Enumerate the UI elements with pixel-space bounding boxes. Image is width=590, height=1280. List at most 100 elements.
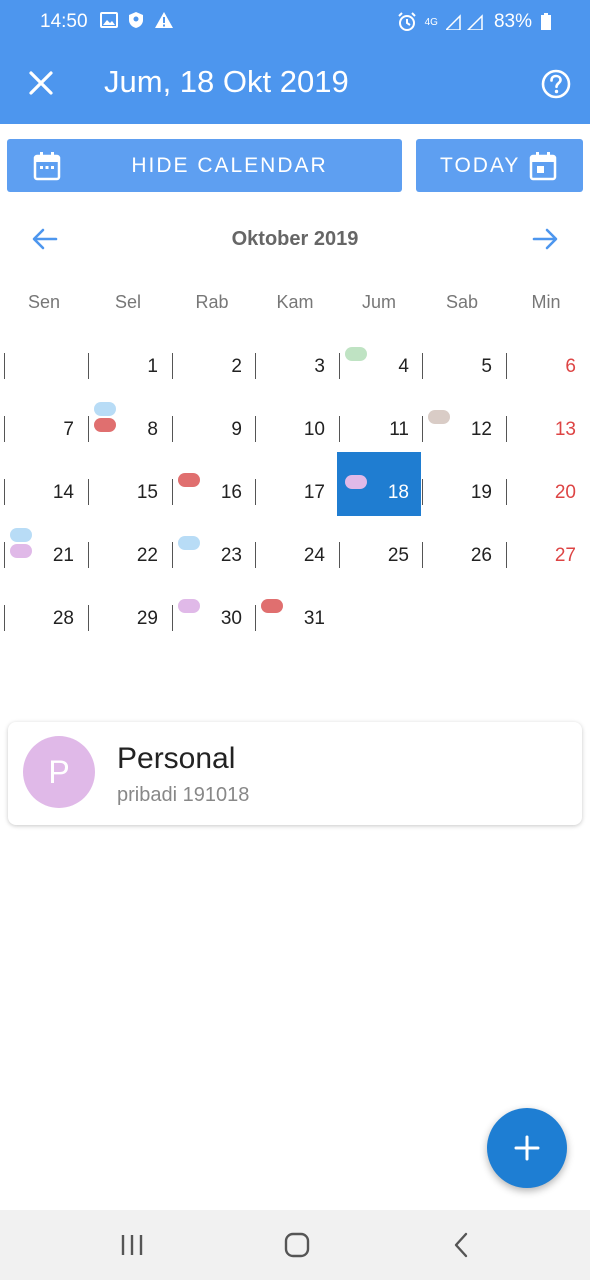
calendar-day-18[interactable]: 18: [337, 452, 421, 516]
cell-divider: [88, 605, 89, 631]
cell-divider: [339, 542, 340, 568]
calendar-day-15[interactable]: 15: [86, 460, 170, 523]
hide-calendar-button[interactable]: HIDE CALENDAR: [7, 139, 402, 192]
event-indicator: [10, 528, 32, 542]
home-icon[interactable]: [282, 1230, 312, 1260]
cell-divider: [255, 416, 256, 442]
calendar-day-26[interactable]: 26: [420, 523, 504, 586]
today-button[interactable]: TODAY: [416, 139, 583, 192]
calendar-day-11[interactable]: 11: [337, 397, 421, 460]
calendar-day-1[interactable]: 1: [86, 334, 170, 397]
event-indicator: [178, 599, 200, 613]
cell-divider: [4, 542, 5, 568]
event-title: Personal: [117, 742, 236, 775]
network-type: 4G: [424, 16, 438, 28]
help-icon[interactable]: [540, 68, 572, 100]
calendar-grid: 1 2 3 4 5 6 7 8 9 10 11 12 13 14 15 16 17 18 19 20 21 22 23 24 2…: [0, 334, 590, 654]
weekday-label: Jum: [361, 292, 396, 312]
cell-divider: [172, 416, 173, 442]
calendar-day-19[interactable]: 19: [420, 460, 504, 523]
calendar-day-24[interactable]: 24: [253, 523, 337, 586]
weekday-label: Rab: [195, 292, 229, 312]
weekday-header: Sen Sel Rab Kam Jum Sab Min: [0, 292, 590, 316]
day-number: 5: [481, 356, 492, 377]
month-navigation: Oktober 2019: [0, 220, 590, 260]
calendar-day-29[interactable]: 29: [86, 586, 170, 649]
day-number: 7: [63, 419, 74, 440]
day-number: 17: [303, 482, 325, 503]
calendar-day-16[interactable]: 16: [170, 460, 254, 523]
cell-divider: [172, 542, 173, 568]
event-indicator: [345, 475, 367, 489]
calendar-day-2[interactable]: 2: [170, 334, 254, 397]
calendar-day-12[interactable]: 12: [420, 397, 504, 460]
calendar-day-4[interactable]: 4: [337, 334, 421, 397]
calendar-day-28[interactable]: 28: [2, 586, 86, 649]
signal-icon: [445, 14, 483, 30]
cell-divider: [88, 542, 89, 568]
hide-calendar-label: HIDE CALENDAR: [131, 153, 328, 177]
calendar-day-8[interactable]: 8: [86, 397, 170, 460]
day-number: 12: [470, 419, 492, 440]
day-number: 31: [303, 608, 325, 629]
day-number: 22: [136, 545, 158, 566]
calendar-day-17[interactable]: 17: [253, 460, 337, 523]
cell-divider: [4, 416, 5, 442]
day-number: 25: [387, 545, 409, 566]
battery-icon: [541, 13, 551, 30]
cell-divider: [255, 605, 256, 631]
day-number: 19: [470, 482, 492, 503]
calendar-day-25[interactable]: 25: [337, 523, 421, 586]
calendar-day-5[interactable]: 5: [420, 334, 504, 397]
cell-divider: [506, 353, 507, 379]
recent-apps-icon[interactable]: [117, 1230, 147, 1260]
cell-divider: [4, 479, 5, 505]
calendar-day-27[interactable]: 27: [504, 523, 588, 586]
calendar-day-31[interactable]: 31: [253, 586, 337, 649]
calendar-day-7[interactable]: 7: [2, 397, 86, 460]
calendar-day-13[interactable]: 13: [504, 397, 588, 460]
cell-divider: [506, 542, 507, 568]
weekday-label: Kam: [276, 292, 314, 312]
month-title: Oktober 2019: [231, 228, 359, 250]
calendar-day-14[interactable]: 14: [2, 460, 86, 523]
day-number: 23: [220, 545, 242, 566]
calendar-day-22[interactable]: 22: [86, 523, 170, 586]
event-indicator: [94, 402, 116, 416]
day-number: 28: [52, 608, 74, 629]
day-number: 1: [147, 356, 158, 377]
system-nav-bar: [0, 1210, 590, 1280]
day-number: 4: [398, 356, 409, 377]
calendar-day-21[interactable]: 21: [2, 523, 86, 586]
cell-divider: [339, 416, 340, 442]
alarm-icon: [397, 12, 416, 31]
event-card[interactable]: P Personal pribadi 191018: [8, 722, 582, 825]
calendar-day-6[interactable]: 6: [504, 334, 588, 397]
event-indicator: [10, 544, 32, 558]
cell-divider: [172, 605, 173, 631]
weekday-label: Sen: [27, 292, 61, 312]
day-number: 16: [220, 482, 242, 503]
battery-percent: 83%: [493, 11, 532, 32]
cell-divider: [88, 416, 89, 442]
calendar-day-3[interactable]: 3: [253, 334, 337, 397]
calendar-day-10[interactable]: 10: [253, 397, 337, 460]
status-time: 14:50: [40, 11, 88, 32]
status-right-icons: 4G 83%: [397, 11, 552, 33]
arrow-right-icon[interactable]: [530, 224, 560, 254]
calendar-day-9[interactable]: 9: [170, 397, 254, 460]
calendar-day-23[interactable]: 23: [170, 523, 254, 586]
day-number: 30: [220, 608, 242, 629]
gallery-icon: [100, 12, 118, 28]
day-number: 10: [303, 419, 325, 440]
add-event-button[interactable]: [487, 1108, 567, 1188]
cell-divider: [4, 353, 5, 379]
close-icon[interactable]: [24, 66, 58, 100]
cell-divider: [172, 353, 173, 379]
back-icon[interactable]: [447, 1230, 477, 1260]
calendar-today-icon: [529, 152, 557, 181]
cell-divider: [339, 353, 340, 379]
day-number: 29: [136, 608, 158, 629]
calendar-day-30[interactable]: 30: [170, 586, 254, 649]
calendar-day-20[interactable]: 20: [504, 460, 588, 523]
